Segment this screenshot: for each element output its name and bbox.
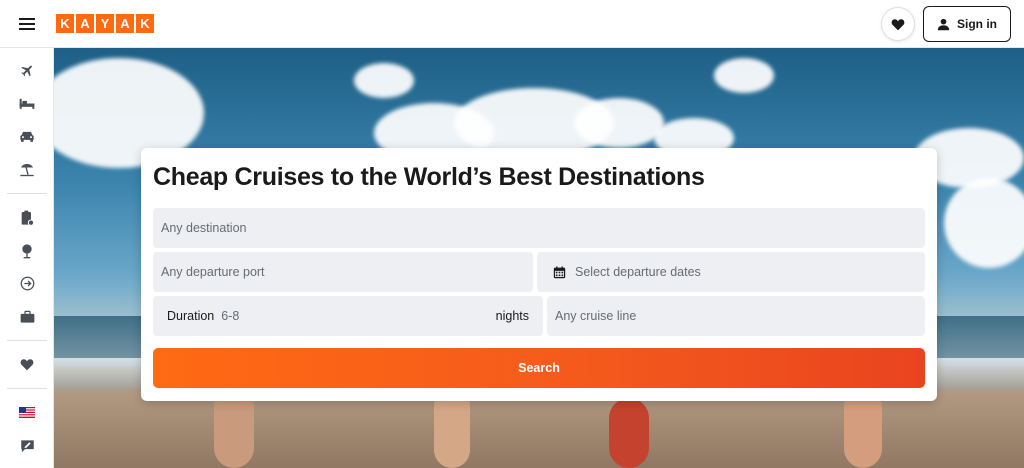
- sign-in-button[interactable]: Sign in: [923, 6, 1011, 42]
- sidebar-item-saved[interactable]: [0, 348, 54, 381]
- saved-trips-button[interactable]: [882, 8, 914, 40]
- briefcase-icon: [20, 310, 34, 323]
- beach-umbrella-icon: [20, 164, 34, 177]
- sidebar-divider: [6, 388, 47, 389]
- search-button[interactable]: Search: [153, 348, 925, 388]
- sidebar-item-direct[interactable]: [0, 267, 54, 300]
- sidebar-item-packages[interactable]: [0, 153, 54, 186]
- sidebar-item-trips[interactable]: [0, 201, 54, 234]
- sidebar-item-business[interactable]: [0, 300, 54, 333]
- duration-selector[interactable]: Duration 6-8 nights: [153, 296, 543, 336]
- cruise-line-input[interactable]: Any cruise line: [547, 296, 925, 336]
- duration-label: Duration: [167, 309, 215, 323]
- hamburger-icon: [19, 17, 35, 30]
- destination-placeholder: Any destination: [161, 221, 247, 235]
- heart-icon: [20, 359, 34, 371]
- sign-in-label: Sign in: [957, 17, 997, 31]
- explore-icon: [20, 276, 34, 291]
- sidebar-item-region[interactable]: [0, 396, 54, 429]
- globe-icon: [22, 243, 32, 258]
- kayak-logo[interactable]: K A Y A K: [56, 14, 154, 33]
- top-bar: K A Y A K Sign in: [0, 0, 1024, 48]
- sidebar-divider: [6, 340, 47, 341]
- sidebar-item-feedback[interactable]: [0, 429, 54, 462]
- us-flag-icon: [19, 407, 35, 418]
- feedback-icon: [20, 439, 34, 452]
- cruise-search-card: Cheap Cruises to the World’s Best Destin…: [141, 148, 937, 401]
- bed-icon: [19, 98, 35, 109]
- plane-icon: [20, 65, 32, 77]
- sidebar-item-explore[interactable]: [0, 234, 54, 267]
- logo-letter: Y: [96, 14, 114, 33]
- sidebar-item-stays[interactable]: [0, 87, 54, 120]
- page-title: Cheap Cruises to the World’s Best Destin…: [153, 163, 705, 191]
- departure-dates-input[interactable]: Select departure dates: [537, 252, 925, 292]
- duration-unit: nights: [495, 309, 529, 323]
- car-icon: [20, 131, 34, 142]
- user-icon: [937, 18, 950, 30]
- heart-icon: [891, 18, 905, 30]
- sidebar-item-flights[interactable]: [0, 54, 54, 87]
- logo-letter: K: [56, 14, 74, 33]
- cruise-line-placeholder: Any cruise line: [555, 309, 637, 323]
- departure-port-placeholder: Any departure port: [161, 265, 265, 279]
- dates-placeholder: Select departure dates: [575, 265, 701, 279]
- search-button-label: Search: [518, 361, 560, 375]
- sidebar: [0, 48, 54, 468]
- departure-port-input[interactable]: Any departure port: [153, 252, 533, 292]
- duration-value: 6-8: [221, 309, 240, 323]
- destination-input[interactable]: Any destination: [153, 208, 925, 248]
- sidebar-item-cars[interactable]: [0, 120, 54, 153]
- logo-letter: A: [76, 14, 94, 33]
- calendar-icon: [553, 265, 566, 278]
- logo-letter: A: [116, 14, 134, 33]
- clipboard-icon: [21, 210, 34, 226]
- logo-letter: K: [136, 14, 154, 33]
- menu-button[interactable]: [0, 0, 54, 48]
- sidebar-divider: [6, 193, 47, 194]
